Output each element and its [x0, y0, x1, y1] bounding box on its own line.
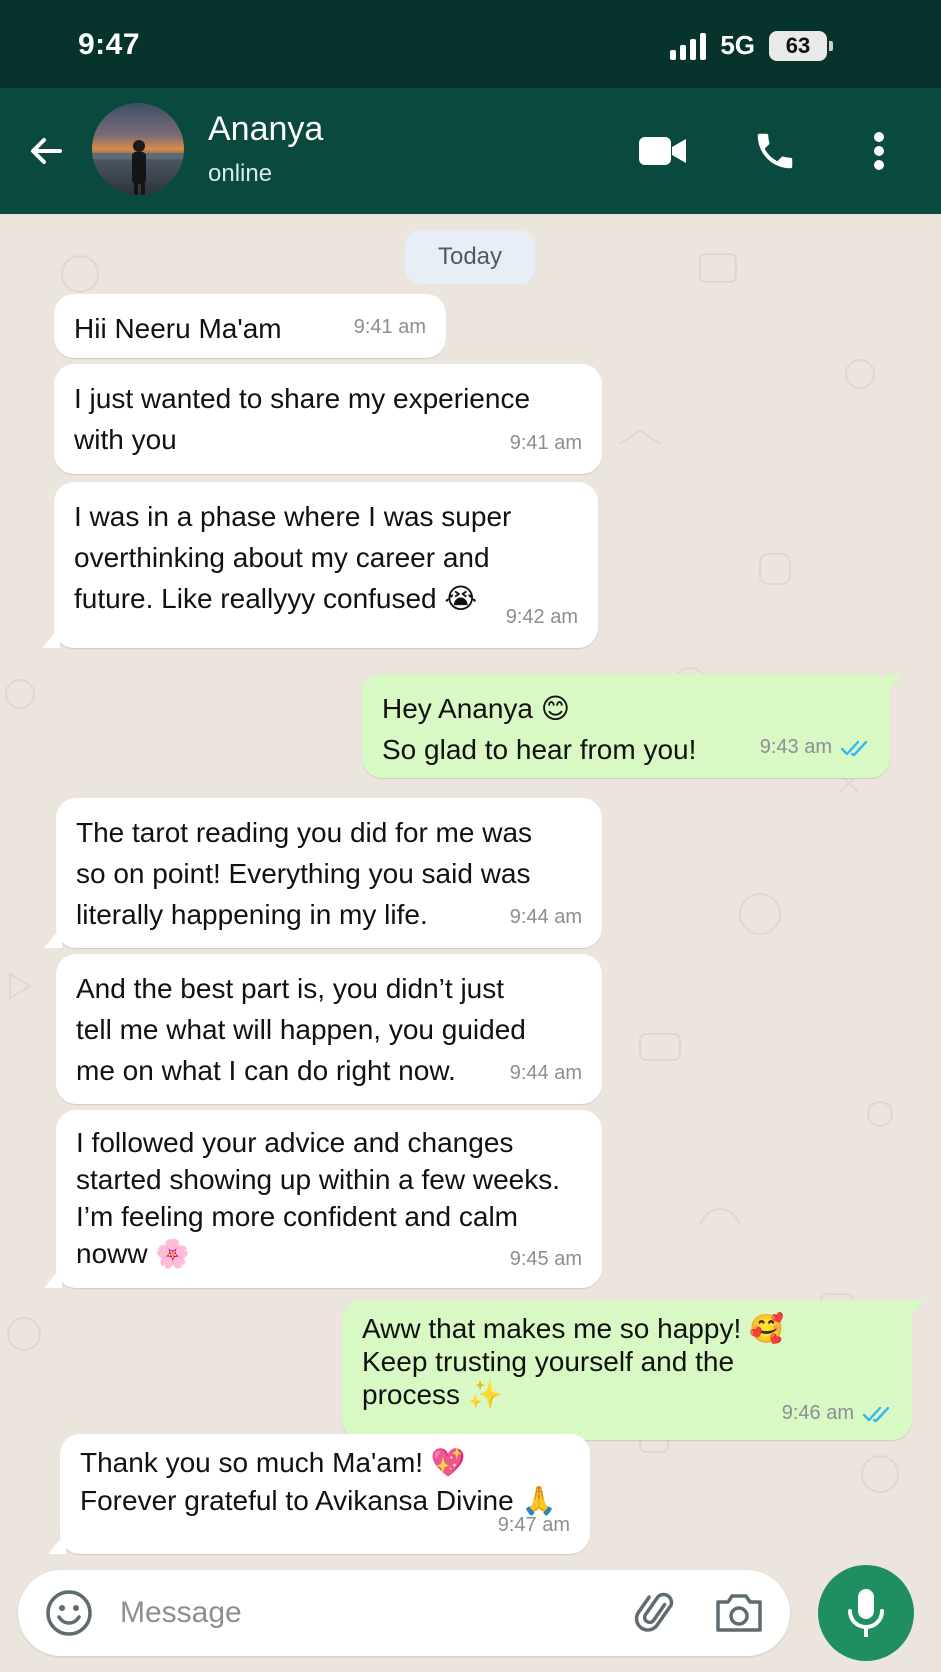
message-time: 9:44 am	[509, 906, 582, 928]
contact-status: online	[208, 160, 273, 187]
message-time: 9:47 am	[497, 1514, 570, 1536]
message-text: I followed your advice and changes start…	[76, 1127, 561, 1269]
double-check-icon	[840, 740, 868, 756]
chat-header: Ananya online	[0, 88, 941, 214]
contact-name[interactable]: Ananya	[208, 110, 323, 149]
message-time: 9:44 am	[509, 1062, 582, 1084]
message-text: And the best part is, you didn’t just te…	[76, 973, 526, 1086]
message-bubble[interactable]: The tarot reading you did for me was so …	[44, 798, 602, 948]
microphone-icon[interactable]	[818, 1565, 914, 1661]
message-meta: 9:45 am	[510, 1241, 582, 1278]
message-meta: 9:42 am	[506, 597, 578, 638]
message-text: Thank you so much Ma'am! 💖 Forever grate…	[80, 1447, 557, 1516]
video-camera-icon[interactable]	[636, 124, 690, 178]
message-input[interactable]	[120, 1586, 540, 1640]
avatar[interactable]	[92, 103, 184, 195]
double-check-icon	[862, 1406, 890, 1422]
message-text: I just wanted to share my experience wit…	[74, 383, 531, 455]
status-bar: 9:47 5G 63	[0, 0, 941, 88]
message-meta: 9:43 am	[760, 727, 870, 768]
message-time: 9:45 am	[509, 1248, 582, 1270]
message-composer	[18, 1570, 790, 1656]
message-bubble[interactable]: Hii Neeru Ma'am 9:41 am	[54, 294, 446, 358]
message-meta: 9:44 am	[510, 897, 582, 938]
camera-icon[interactable]	[712, 1588, 766, 1638]
message-bubble[interactable]: Hey Ananya 😊 So glad to hear from you! 9…	[362, 674, 902, 778]
phone-icon[interactable]	[748, 124, 802, 178]
chat-area[interactable]: Today Hii Neeru Ma'am 9:41 am I just wan…	[0, 214, 941, 1570]
message-text: I was in a phase where I was super overt…	[74, 501, 512, 614]
message-meta: 9:46 am	[782, 1397, 892, 1430]
message-bubble[interactable]: I followed your advice and changes start…	[44, 1110, 602, 1288]
message-time: 9:43 am	[759, 736, 832, 758]
status-indicators: 5G 63	[670, 30, 833, 61]
three-dots-icon[interactable]	[852, 124, 906, 178]
message-meta: 9:44 am	[510, 1053, 582, 1094]
back-arrow-icon[interactable]	[22, 126, 72, 176]
signal-icon	[670, 32, 707, 60]
message-text: The tarot reading you did for me was so …	[76, 817, 533, 930]
message-bubble[interactable]: Aww that makes me so happy! 🥰 Keep trust…	[342, 1300, 924, 1440]
battery-icon: 63	[769, 30, 833, 61]
date-separator: Today	[405, 230, 535, 284]
message-time: 9:46 am	[781, 1402, 854, 1424]
status-time: 9:47	[78, 28, 141, 61]
message-meta: 9:41 am	[354, 307, 426, 348]
message-time: 9:41 am	[353, 316, 426, 338]
paperclip-icon[interactable]	[632, 1588, 682, 1638]
message-bubble[interactable]: I just wanted to share my experience wit…	[54, 364, 602, 474]
emoji-icon[interactable]	[44, 1588, 94, 1638]
message-bubble[interactable]: And the best part is, you didn’t just te…	[56, 954, 602, 1104]
message-meta: 9:41 am	[510, 423, 582, 464]
network-type: 5G	[720, 30, 755, 60]
message-bubble[interactable]: I was in a phase where I was super overt…	[42, 482, 598, 648]
message-time: 9:41 am	[509, 432, 582, 454]
message-meta: 9:47 am	[498, 1506, 570, 1544]
message-time: 9:42 am	[505, 606, 578, 628]
message-bubble[interactable]: Thank you so much Ma'am! 💖 Forever grate…	[48, 1434, 590, 1554]
